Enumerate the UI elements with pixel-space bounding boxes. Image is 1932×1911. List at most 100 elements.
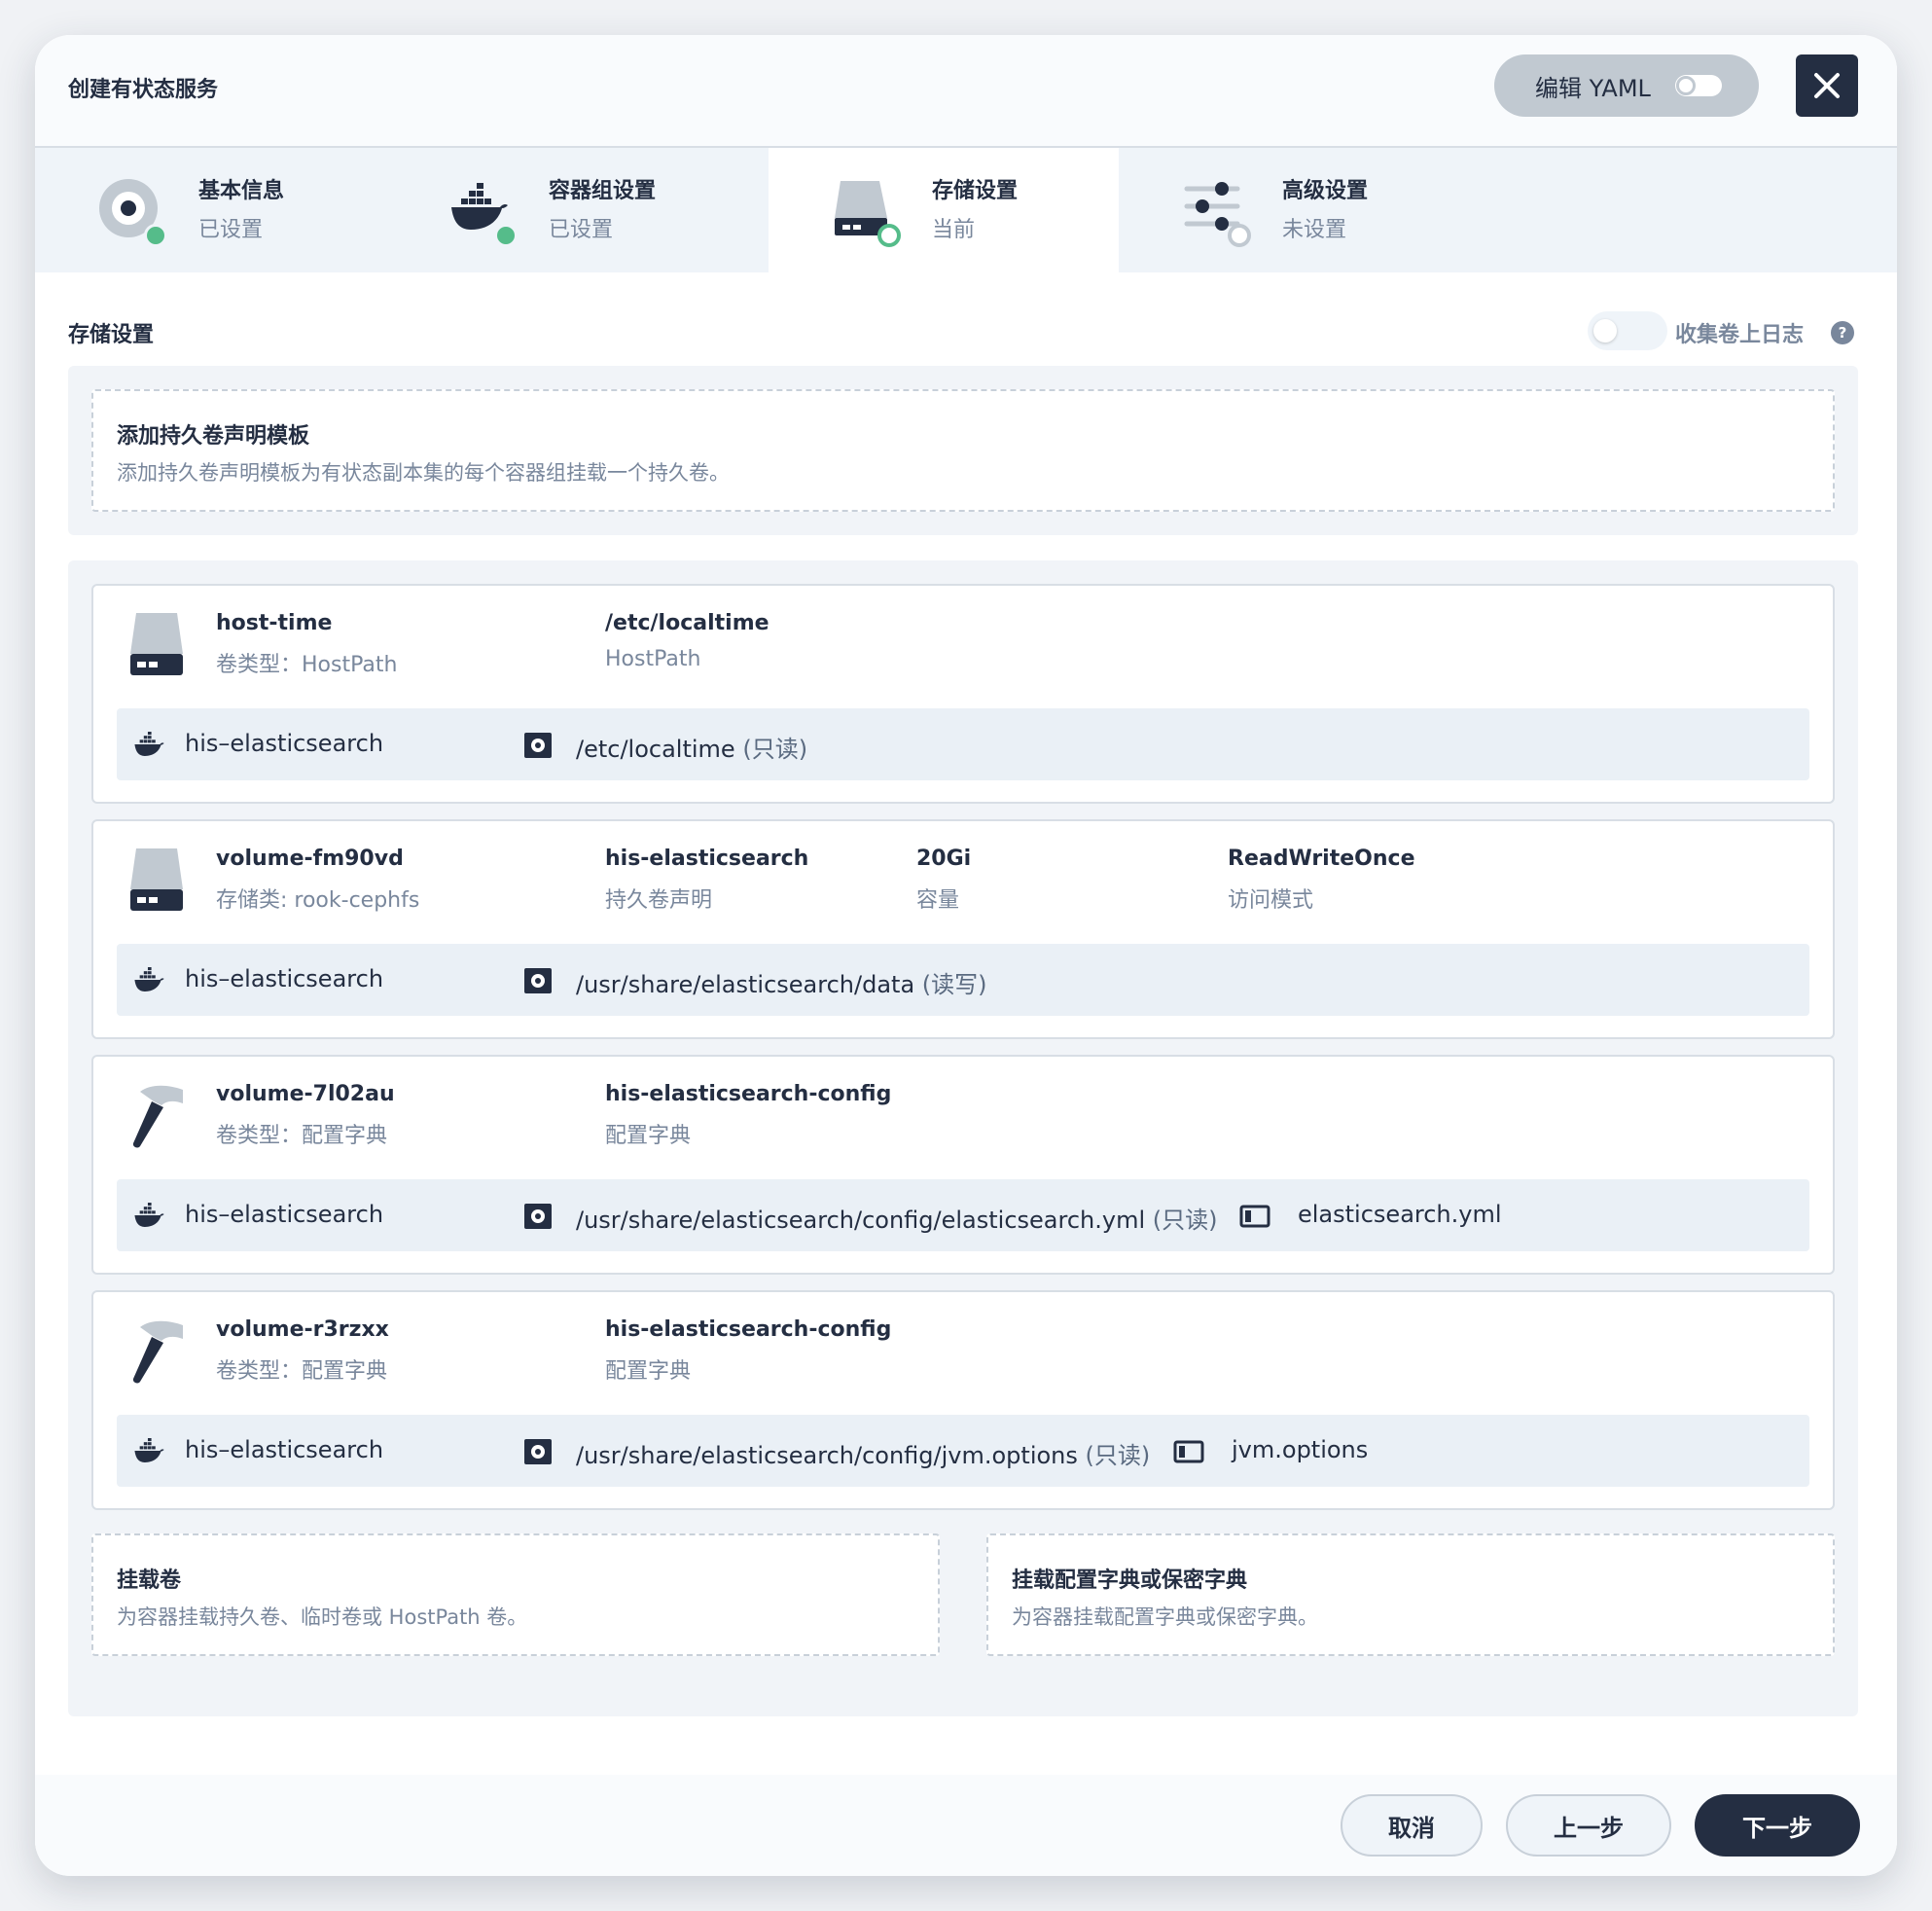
docker-icon xyxy=(134,967,164,992)
volume-name-col: host-time 卷类型：HostPath xyxy=(216,611,397,678)
mount-path: /etc/localtime (只读) xyxy=(576,736,808,763)
volume-card[interactable]: volume-r3rzxx 卷类型：配置字典 his-elasticsearch… xyxy=(91,1290,1835,1510)
disk-icon xyxy=(130,848,183,911)
step-status-dot xyxy=(494,224,518,247)
collect-logs-label: 收集卷上日志 xyxy=(1675,323,1805,347)
volume-card[interactable]: host-time 卷类型：HostPath /etc/localtime Ho… xyxy=(91,584,1835,804)
volume-access-col: ReadWriteOnce 访问模式 xyxy=(1228,847,1415,914)
section-title: 存储设置 xyxy=(68,323,155,347)
volume-access-value: ReadWriteOnce xyxy=(1228,847,1415,871)
pvc-template-panel: 添加持久卷声明模板 添加持久卷声明模板为有状态副本集的每个容器组挂载一个持久卷。 xyxy=(68,366,1858,535)
add-pvc-template-desc: 添加持久卷声明模板为有状态副本集的每个容器组挂载一个持久卷。 xyxy=(117,461,730,485)
mount-settings-icon xyxy=(524,1439,552,1464)
step-title: 高级设置 xyxy=(1282,179,1369,203)
volume-card[interactable]: volume-7l02au 卷类型：配置字典 his-elasticsearch… xyxy=(91,1055,1835,1275)
container-name: his–elasticsearch xyxy=(185,730,384,757)
step-advanced-settings[interactable]: 高级设置 未设置 xyxy=(1119,148,1469,272)
volume-detail-label: HostPath xyxy=(605,647,701,671)
add-pvc-template-button[interactable]: 添加持久卷声明模板 添加持久卷声明模板为有状态副本集的每个容器组挂载一个持久卷。 xyxy=(91,389,1835,512)
mount-config-button[interactable]: 挂载配置字典或保密字典 为容器挂载配置字典或保密字典。 xyxy=(986,1533,1835,1656)
volume-pvc-col: his-elasticsearch 持久卷声明 xyxy=(605,847,808,914)
hammer-icon xyxy=(132,1320,183,1384)
create-statefulset-modal: 创建有状态服务 编辑 YAML 基本信息 已设置 容器组设置 已设置 存储设置 … xyxy=(35,35,1897,1876)
close-icon xyxy=(1814,73,1840,98)
volume-detail-col: /etc/localtime HostPath xyxy=(605,611,769,671)
mount-volume-desc: 为容器挂载持久卷、临时卷或 HostPath 卷。 xyxy=(117,1605,528,1629)
config-file-icon xyxy=(1173,1440,1204,1463)
volume-name: volume-fm90vd xyxy=(216,847,404,871)
step-status-dot xyxy=(144,224,167,247)
volumes-panel: host-time 卷类型：HostPath /etc/localtime Ho… xyxy=(68,560,1858,1716)
step-status: 未设置 xyxy=(1282,218,1347,242)
volume-storage-class: 存储类: rook-cephfs xyxy=(216,888,420,913)
step-status: 当前 xyxy=(932,218,976,242)
volume-access-label: 访问模式 xyxy=(1228,888,1314,913)
volume-name: volume-r3rzxx xyxy=(216,1317,389,1342)
close-button[interactable] xyxy=(1796,54,1858,117)
step-container-settings[interactable]: 容器组设置 已设置 xyxy=(385,148,735,272)
edit-yaml-button[interactable]: 编辑 YAML xyxy=(1494,54,1759,117)
mount-path: /usr/share/elasticsearch/config/jvm.opti… xyxy=(576,1442,1151,1469)
mount-path: /usr/share/elasticsearch/config/elastics… xyxy=(576,1207,1218,1234)
mount-row: his–elasticsearch /usr/share/elasticsear… xyxy=(117,1179,1809,1251)
mount-settings-icon xyxy=(524,968,552,993)
add-pvc-template-title: 添加持久卷声明模板 xyxy=(117,424,310,449)
mount-settings-icon xyxy=(524,733,552,758)
volume-capacity-label: 容量 xyxy=(916,888,960,913)
mount-row: his–elasticsearch /usr/share/elasticsear… xyxy=(117,944,1809,1016)
volume-detail-label: 配置字典 xyxy=(605,1359,692,1384)
modal-footer: 取消 上一步 下一步 xyxy=(35,1775,1897,1876)
mount-row: his–elasticsearch /usr/share/elasticsear… xyxy=(117,1415,1809,1487)
mount-config-desc: 为容器挂载配置字典或保密字典。 xyxy=(1012,1605,1318,1629)
docker-icon xyxy=(134,732,164,756)
volume-name-col: volume-fm90vd 存储类: rook-cephfs xyxy=(216,847,419,914)
volume-type: 卷类型：HostPath xyxy=(216,653,398,677)
volume-detail-col: his-elasticsearch-config 配置字典 xyxy=(605,1082,891,1149)
previous-step-button[interactable]: 上一步 xyxy=(1506,1794,1671,1857)
container-name: his–elasticsearch xyxy=(185,1201,384,1228)
volume-card[interactable]: volume-fm90vd 存储类: rook-cephfs his-elast… xyxy=(91,819,1835,1039)
edit-yaml-label: 编辑 YAML xyxy=(1535,74,1651,102)
step-title: 存储设置 xyxy=(932,179,1019,203)
step-status: 已设置 xyxy=(198,218,264,242)
next-step-button[interactable]: 下一步 xyxy=(1695,1794,1860,1857)
modal-title: 创建有状态服务 xyxy=(68,78,219,102)
volume-name: host-time xyxy=(216,611,333,635)
step-status-dot xyxy=(877,224,901,247)
volume-detail-value: /etc/localtime xyxy=(605,611,769,635)
mount-row: his–elasticsearch /etc/localtime (只读) xyxy=(117,708,1809,780)
mount-settings-icon xyxy=(524,1204,552,1229)
volume-type: 卷类型：配置字典 xyxy=(216,1124,388,1148)
volume-capacity-value: 20Gi xyxy=(916,847,972,871)
volume-detail-value: his-elasticsearch-config xyxy=(605,1317,892,1342)
container-name: his–elasticsearch xyxy=(185,965,384,992)
volume-detail-col: his-elasticsearch-config 配置字典 xyxy=(605,1317,891,1385)
step-basic-info[interactable]: 基本信息 已设置 xyxy=(35,148,385,272)
cancel-button[interactable]: 取消 xyxy=(1341,1794,1483,1857)
mount-volume-button[interactable]: 挂载卷 为容器挂载持久卷、临时卷或 HostPath 卷。 xyxy=(91,1533,940,1656)
docker-icon xyxy=(134,1438,164,1462)
volume-capacity-col: 20Gi 容量 xyxy=(916,847,971,914)
step-status-dot xyxy=(1228,224,1251,247)
volume-detail-value: his-elasticsearch-config xyxy=(605,1082,892,1106)
volume-name: volume-7l02au xyxy=(216,1082,395,1106)
collect-logs-toggle[interactable] xyxy=(1588,311,1667,350)
volume-pvc-value: his-elasticsearch xyxy=(605,847,809,871)
config-file-name: elasticsearch.yml xyxy=(1298,1201,1502,1228)
container-name: his–elasticsearch xyxy=(185,1436,384,1463)
disk-icon xyxy=(130,613,183,675)
docker-icon xyxy=(134,1203,164,1227)
volume-detail-label: 配置字典 xyxy=(605,1124,692,1148)
volume-type: 卷类型：配置字典 xyxy=(216,1359,388,1384)
step-status: 已设置 xyxy=(549,218,614,242)
step-tabs: 基本信息 已设置 容器组设置 已设置 存储设置 当前 高级设置 未设置 xyxy=(35,148,1897,272)
mount-config-title: 挂载配置字典或保密字典 xyxy=(1012,1568,1248,1593)
yaml-toggle-switch[interactable] xyxy=(1675,75,1722,96)
hammer-icon xyxy=(132,1085,183,1148)
volume-pvc-label: 持久卷声明 xyxy=(605,888,713,913)
config-file-name: jvm.options xyxy=(1232,1436,1369,1463)
step-title: 容器组设置 xyxy=(549,179,657,203)
step-storage-settings[interactable]: 存储设置 当前 xyxy=(769,148,1119,272)
help-icon[interactable]: ? xyxy=(1831,321,1854,344)
modal-header: 创建有状态服务 编辑 YAML xyxy=(35,35,1897,148)
